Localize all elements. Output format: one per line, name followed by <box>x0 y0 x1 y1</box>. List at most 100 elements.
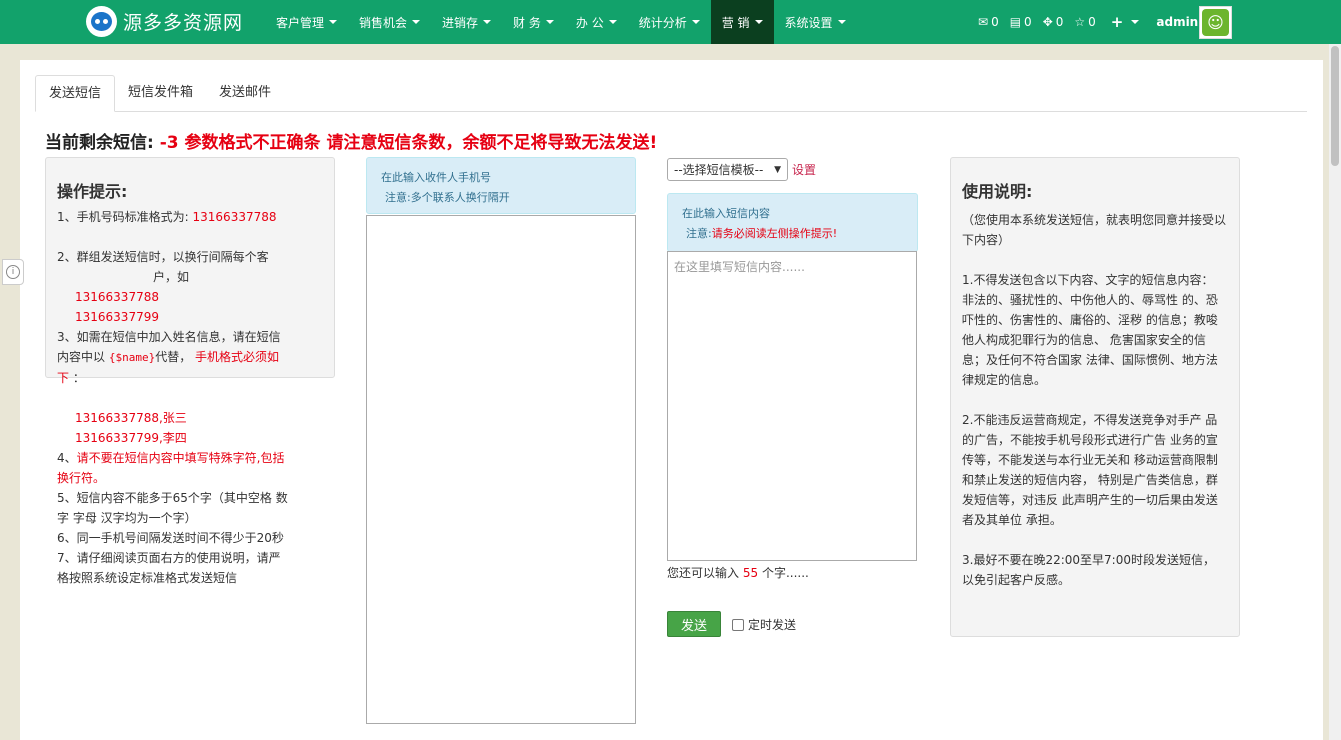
monkey-logo-icon <box>86 6 117 37</box>
scrollbar-thumb[interactable] <box>1331 46 1339 166</box>
plus-icon: + <box>1110 13 1124 31</box>
move-stat[interactable]: ✥ 0 <box>1043 15 1064 29</box>
menu-label: 办 公 <box>575 15 604 30</box>
menu-customer[interactable]: 客户管理 <box>265 0 348 44</box>
tip-example: 13166337788 <box>75 290 159 304</box>
usage-title: 使用说明: <box>962 182 1033 201</box>
tip-example: 13166337788,张三 <box>75 411 187 425</box>
tip-text: ： <box>72 371 85 385</box>
tip-text: 2、群组发送短信时，以换行间隔每个客 <box>57 250 269 264</box>
user-avatar-icon: ☺ <box>1202 9 1229 36</box>
sms-note-prefix: 注意: <box>686 227 712 240</box>
main-menu: 客户管理 销售机会 进销存 财 务 办 公 统计分析 营 销 系统设置 <box>265 0 857 44</box>
brand[interactable]: 源多多资源网 <box>86 6 243 37</box>
tip-text: 5、短信内容不能多于65个字（其中空格 数 <box>57 491 288 505</box>
caret-down-icon <box>329 20 338 24</box>
tab-sms-outbox[interactable]: 短信发件箱 <box>115 75 206 112</box>
stat-count: 0 <box>1088 15 1096 29</box>
menu-inventory[interactable]: 进销存 <box>431 0 502 44</box>
inbox-icon: ▤ <box>1009 15 1022 29</box>
recipients-textarea[interactable] <box>366 215 636 724</box>
menu-marketing[interactable]: 营 销 <box>710 0 774 44</box>
send-button[interactable]: 发送 <box>667 611 721 637</box>
menu-finance[interactable]: 财 务 <box>502 0 565 44</box>
timed-send-option[interactable]: 定时发送 <box>732 616 796 633</box>
tip-text: 3、如需在短信中加入姓名信息，请在短信 <box>57 330 281 344</box>
menu-office[interactable]: 办 公 <box>565 0 628 44</box>
star-icon: ☆ <box>1074 15 1086 29</box>
menu-sales-opportunity[interactable]: 销售机会 <box>348 0 431 44</box>
tip-text: 格按照系统设定标准格式发送短信 <box>57 571 238 585</box>
tips-title: 操作提示: <box>57 182 128 201</box>
caret-down-icon <box>412 20 421 24</box>
caret-down-icon <box>545 20 554 24</box>
chevron-down-icon: ▼ <box>774 164 781 175</box>
sms-info-text: 在此输入短信内容 <box>682 207 770 220</box>
tip-text: 4、 <box>57 451 77 465</box>
tips-list: 1、手机号码标准格式为: 13166337788 2、群组发送短信时，以换行间隔… <box>57 207 325 588</box>
balance-label: 当前剩余短信: <box>45 133 154 153</box>
content-card: 发送短信 短信发件箱 发送邮件 当前剩余短信: -3 参数格式不正确条 请注意短… <box>20 60 1323 740</box>
brand-name: 源多多资源网 <box>123 12 244 34</box>
sms-placeholder: 在这里填写短信内容...... <box>674 260 805 274</box>
menu-label: 营 销 <box>721 15 750 30</box>
caret-down-icon <box>483 20 492 24</box>
menu-label: 销售机会 <box>359 15 408 30</box>
tab-bar: 发送短信 短信发件箱 发送邮件 <box>35 75 1307 112</box>
caret-down-icon <box>608 20 617 24</box>
template-select[interactable]: --选择短信模板-- ▼ <box>667 158 788 181</box>
avatar[interactable]: ☺ <box>1199 6 1232 39</box>
sms-content-textarea[interactable]: 在这里填写短信内容...... <box>667 251 917 561</box>
tab-send-sms[interactable]: 发送短信 <box>35 75 116 112</box>
menu-statistics[interactable]: 统计分析 <box>628 0 711 44</box>
tip-text: 代替， <box>155 350 192 364</box>
counter-suffix: 个字...... <box>761 566 809 580</box>
tip-emphasis: 下 <box>57 371 70 385</box>
nav-right: ✉ 0 ▤ 0 ✥ 0 ☆ 0 + admin <box>978 0 1198 44</box>
tip-example: 13166337788 <box>192 210 277 224</box>
caret-down-icon <box>1131 20 1140 24</box>
tip-example: 13166337799 <box>75 310 159 324</box>
stat-count: 0 <box>991 15 999 29</box>
timed-send-checkbox[interactable] <box>732 618 744 631</box>
menu-label: 进销存 <box>442 15 479 30</box>
recipients-note: 注意:多个联系人换行隔开 <box>385 191 510 204</box>
counter-prefix: 您还可以输入 <box>667 566 740 580</box>
tip-text: 6、同一手机号间隔发送时间不得少于20秒 <box>57 531 284 545</box>
counter-value: 55 <box>742 566 759 580</box>
caret-down-icon <box>837 20 846 24</box>
usage-panel: 使用说明: （您使用本系统发送短信，就表明您同意并接受以下内容） 1.不得发送包… <box>950 157 1240 637</box>
menu-label: 财 务 <box>513 15 541 30</box>
template-select-value: --选择短信模板-- <box>674 163 764 177</box>
tab-send-email[interactable]: 发送邮件 <box>206 75 284 112</box>
recipients-info: 在此输入收件人手机号 注意:多个联系人换行隔开 <box>366 157 636 214</box>
timed-send-label: 定时发送 <box>748 618 797 632</box>
inbox-stat[interactable]: ▤ 0 <box>1010 15 1032 29</box>
template-settings-link[interactable]: 设置 <box>792 161 816 178</box>
envelope-icon: ✉ <box>978 15 989 29</box>
top-navbar: 源多多资源网 客户管理 销售机会 进销存 财 务 办 公 统计分析 营 销 系统… <box>0 0 1341 44</box>
caret-down-icon <box>754 20 763 24</box>
menu-label: 系统设置 <box>784 15 833 30</box>
username: admin <box>1156 15 1199 29</box>
tip-text: 内容中以 <box>57 350 106 364</box>
tip-code: {$name} <box>108 351 156 364</box>
add-menu-button[interactable]: + <box>1111 13 1140 31</box>
caret-down-icon <box>691 20 700 24</box>
tip-emphasis: 请不要在短信内容中填写特殊字符,包括 <box>76 451 285 465</box>
tip-text: 字 字母 汉字均为一个字） <box>57 511 197 525</box>
sms-info: 在此输入短信内容 注意:请务必阅读左侧操作提示! <box>667 193 918 252</box>
info-icon: i <box>6 265 20 279</box>
tip-text: 户，如 <box>153 270 190 284</box>
tip-emphasis: 换行符。 <box>57 471 106 485</box>
tip-text: 1、手机号码标准格式为: <box>57 210 189 224</box>
stat-count: 0 <box>1024 15 1032 29</box>
page-scrollbar[interactable] <box>1329 44 1341 740</box>
menu-settings[interactable]: 系统设置 <box>774 0 857 44</box>
side-info-tab[interactable]: i <box>2 259 24 285</box>
messages-stat[interactable]: ✉ 0 <box>978 15 999 29</box>
menu-label: 统计分析 <box>638 15 687 30</box>
sms-balance-headline: 当前剩余短信: -3 参数格式不正确条 请注意短信条数，余额不足将导致无法发送! <box>45 128 657 153</box>
favorites-stat[interactable]: ☆ 0 <box>1074 15 1095 29</box>
user-menu[interactable]: admin <box>1156 15 1198 29</box>
